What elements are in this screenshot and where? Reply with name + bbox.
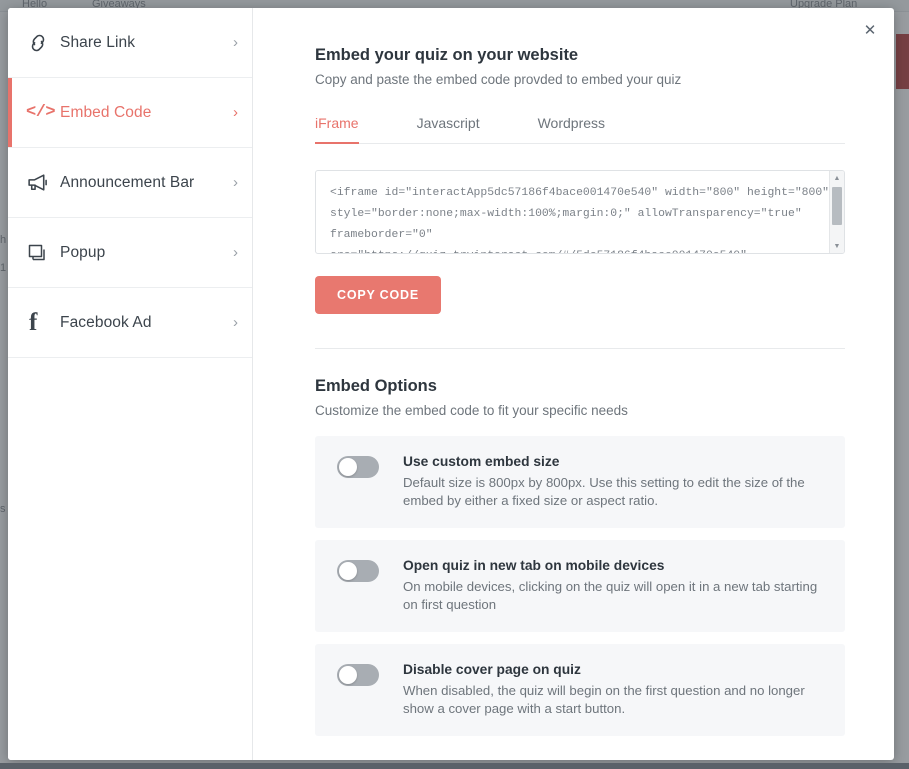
megaphone-icon <box>26 170 60 195</box>
close-icon[interactable]: ✕ <box>858 18 882 42</box>
chevron-right-icon: › <box>233 34 238 51</box>
option-title: Disable cover page on quiz <box>403 662 581 677</box>
embed-options-subtitle: Customize the embed code to fit your spe… <box>315 403 628 418</box>
embed-options-title: Embed Options <box>315 377 437 395</box>
option-title: Use custom embed size <box>403 454 560 469</box>
toggle-knob <box>339 562 357 580</box>
share-options-sidebar: Share Link › </> Embed Code › Announceme… <box>8 8 253 760</box>
chevron-right-icon: › <box>233 174 238 191</box>
tab-javascript[interactable]: Javascript <box>417 109 480 144</box>
popup-windows-icon <box>26 241 60 265</box>
page-subtitle: Copy and paste the embed code provded to… <box>315 72 682 87</box>
toggle-knob <box>339 666 357 684</box>
tab-wordpress[interactable]: Wordpress <box>538 109 605 144</box>
option-description: When disabled, the quiz will begin on th… <box>403 683 805 716</box>
scrollbar-thumb[interactable] <box>832 187 842 225</box>
chevron-right-icon: › <box>233 244 238 261</box>
embed-code-box[interactable]: <iframe id="interactApp5dc57186f4bace001… <box>315 170 845 254</box>
sidebar-item-label: Facebook Ad <box>60 313 152 331</box>
toggle-custom-embed-size[interactable] <box>337 456 379 478</box>
embed-code-text: <iframe id="interactApp5dc57186f4bace001… <box>330 187 829 253</box>
sidebar-item-embed-code[interactable]: </> Embed Code › <box>8 78 252 148</box>
embed-modal: ✕ Share Link › </> Embed Code › Announce… <box>8 8 894 760</box>
code-icon: </> <box>26 103 56 122</box>
bottom-overlay-strip <box>0 763 909 769</box>
toggle-open-new-tab-mobile[interactable] <box>337 560 379 582</box>
chevron-right-icon: › <box>233 314 238 331</box>
option-disable-cover-page: Disable cover page on quiz When disabled… <box>315 644 845 736</box>
link-icon <box>26 31 60 55</box>
embed-panel: Embed your quiz on your website Copy and… <box>253 8 894 760</box>
option-description: Default size is 800px by 800px. Use this… <box>403 475 805 508</box>
sidebar-item-label: Popup <box>60 243 106 261</box>
scroll-down-icon[interactable]: ▼ <box>830 239 844 253</box>
toggle-knob <box>339 458 357 476</box>
sidebar-item-facebook-ad[interactable]: f Facebook Ad › <box>8 288 252 358</box>
embed-type-tabs: iFrame Javascript Wordpress <box>315 109 845 144</box>
sidebar-item-label: Announcement Bar <box>60 173 195 191</box>
code-scrollbar[interactable]: ▲ ▼ <box>829 171 844 253</box>
option-description: On mobile devices, clicking on the quiz … <box>403 579 818 612</box>
toggle-disable-cover-page[interactable] <box>337 664 379 686</box>
sidebar-item-label: Share Link <box>60 33 136 51</box>
sidebar-item-share-link[interactable]: Share Link › <box>8 8 252 78</box>
option-title: Open quiz in new tab on mobile devices <box>403 558 665 573</box>
section-divider <box>315 348 845 349</box>
option-custom-embed-size: Use custom embed size Default size is 80… <box>315 436 845 528</box>
copy-code-button[interactable]: COPY CODE <box>315 276 441 314</box>
sidebar-item-announcement-bar[interactable]: Announcement Bar › <box>8 148 252 218</box>
scroll-up-icon[interactable]: ▲ <box>830 171 844 185</box>
page-title: Embed your quiz on your website <box>315 46 579 64</box>
chevron-right-icon: › <box>233 104 238 121</box>
facebook-icon: f <box>29 309 38 336</box>
tab-iframe[interactable]: iFrame <box>315 109 359 144</box>
sidebar-item-popup[interactable]: Popup › <box>8 218 252 288</box>
option-open-new-tab-mobile: Open quiz in new tab on mobile devices O… <box>315 540 845 632</box>
sidebar-item-label: Embed Code <box>60 103 152 121</box>
